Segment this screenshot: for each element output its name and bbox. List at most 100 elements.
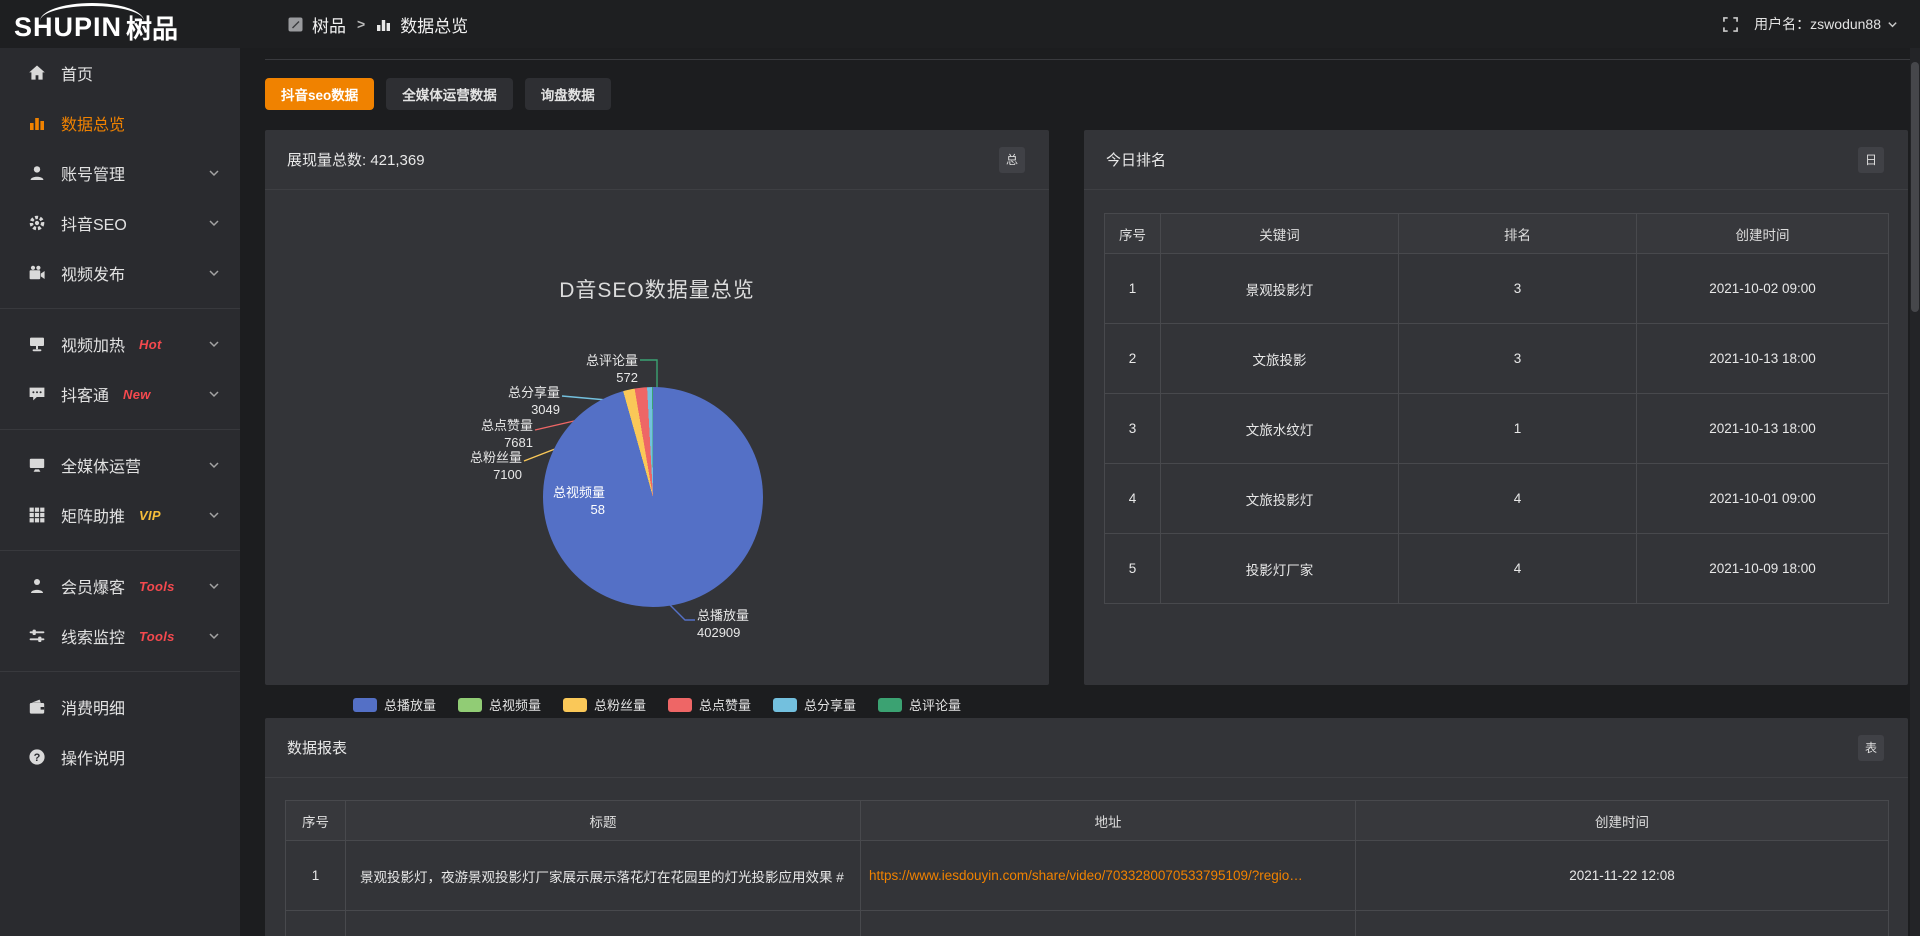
sidebar-item-media-ops[interactable]: 全媒体运营 xyxy=(0,440,240,490)
row-url-link[interactable]: https://www.iesdouyin.com/share/video/70… xyxy=(861,841,1356,911)
tab-inquiry-data[interactable]: 询盘数据 xyxy=(525,78,611,110)
legend-item[interactable]: 总粉丝量 xyxy=(563,695,646,714)
pie-label: 总粉丝量7100 xyxy=(432,449,522,483)
content-divider xyxy=(265,59,1920,60)
legend-label: 总分享量 xyxy=(804,695,856,714)
table-view-button[interactable]: 表 xyxy=(1858,735,1884,761)
pie-label: 总评论量572 xyxy=(548,352,638,386)
sidebar-item-badge: VIP xyxy=(139,508,161,523)
table-cell: 文旅投影灯 xyxy=(1161,464,1399,534)
sidebar: 首页数据总览账号管理抖音SEO 视频发布视频加热Hot抖客通New 全媒体运营矩阵助… xyxy=(0,48,240,936)
table-row[interactable]: 1景观投影灯32021-10-02 09:00 xyxy=(1105,254,1889,324)
chevron-down-icon xyxy=(208,388,220,400)
column-header: 序号 xyxy=(1105,214,1161,254)
legend-item[interactable]: 总视频量 xyxy=(458,695,541,714)
table-cell: 文旅水纹灯 xyxy=(1161,394,1399,464)
ranking-table: 序号关键词排名创建时间1景观投影灯32021-10-02 09:002文旅投影3… xyxy=(1104,213,1889,604)
sidebar-item-label: 视频发布 xyxy=(61,261,125,285)
chevron-down-icon xyxy=(208,630,220,642)
pie-label: 总点赞量7681 xyxy=(443,417,533,451)
table-cell: 投影灯厂家 xyxy=(1161,534,1399,604)
legend-item[interactable]: 总点赞量 xyxy=(668,695,751,714)
sidebar-item-help[interactable]: ?操作说明 xyxy=(0,732,240,782)
sidebar-divider xyxy=(0,429,240,430)
grid-icon xyxy=(28,506,46,524)
scrollbar-thumb[interactable] xyxy=(1911,62,1919,312)
sidebar-item-video-heat[interactable]: 视频加热Hot xyxy=(0,319,240,369)
table-cell: 文旅投影 xyxy=(1161,324,1399,394)
table-cell: 4 xyxy=(1399,534,1637,604)
column-header: 创建时间 xyxy=(1637,214,1889,254)
column-header: 地址 xyxy=(861,801,1356,841)
impressions-total-label: 展现量总数: 421,369 xyxy=(287,149,425,170)
sidebar-item-data-overview[interactable]: 数据总览 xyxy=(0,98,240,148)
user-menu[interactable]: 用户名：zswodun88 xyxy=(1754,14,1898,34)
legend-item[interactable]: 总播放量 xyxy=(353,695,436,714)
sidebar-item-clue-monitor[interactable]: 线索监控Tools xyxy=(0,611,240,661)
legend-label: 总粉丝量 xyxy=(594,695,646,714)
table-cell: 2021-10-13 18:00 xyxy=(1637,394,1889,464)
username-label: 用户名：zswodun88 xyxy=(1754,14,1881,34)
column-header: 创建时间 xyxy=(1356,801,1889,841)
table-row[interactable]: 2文旅投影32021-10-13 18:00 xyxy=(1105,324,1889,394)
table-row[interactable]: 1景观投影灯，夜游景观投影灯厂家展示展示落花灯在花园里的灯光投影应用效果 #ht… xyxy=(286,841,1889,911)
sidebar-item-label: 矩阵助推 xyxy=(61,503,125,527)
chevron-down-icon xyxy=(208,459,220,471)
header-right: 用户名：zswodun88 xyxy=(1723,14,1920,34)
sidebar-item-label: 全媒体运营 xyxy=(61,453,141,477)
sidebar-item-label: 会员爆客 xyxy=(61,574,125,598)
legend-chip xyxy=(563,698,587,712)
main-content: 抖音seo数据全媒体运营数据询盘数据 展现量总数: 421,369 总 D音SE… xyxy=(240,48,1920,936)
sidebar-item-douyin-seo[interactable]: 抖音SEO xyxy=(0,198,240,248)
chart-panel-header: 展现量总数: 421,369 总 xyxy=(265,130,1049,190)
chevron-down-icon xyxy=(208,509,220,521)
total-view-button[interactable]: 总 xyxy=(999,147,1025,173)
legend-item[interactable]: 总评论量 xyxy=(878,695,961,714)
breadcrumb-root[interactable]: 树品 xyxy=(312,12,346,37)
legend-item[interactable]: 总分享量 xyxy=(773,695,856,714)
breadcrumb: 树品 > 数据总览 xyxy=(288,12,468,37)
tab-media-ops-data[interactable]: 全媒体运营数据 xyxy=(386,78,513,110)
table-cell: 1 xyxy=(1105,254,1161,324)
sidebar-item-account[interactable]: 账号管理 xyxy=(0,148,240,198)
legend-label: 总评论量 xyxy=(909,695,961,714)
table-cell: 4 xyxy=(1105,464,1161,534)
monitor-icon xyxy=(28,456,46,474)
table-row[interactable]: 4文旅投影灯42021-10-01 09:00 xyxy=(1105,464,1889,534)
chevron-down-icon xyxy=(208,580,220,592)
sliders-icon xyxy=(28,627,46,645)
table-cell: 3 xyxy=(1399,254,1637,324)
sidebar-item-spend-detail[interactable]: 消费明细 xyxy=(0,682,240,732)
sidebar-item-label: 抖客通 xyxy=(61,382,109,406)
sidebar-item-label: 线索监控 xyxy=(61,624,125,648)
table-cell: 3 xyxy=(1105,394,1161,464)
daily-view-button[interactable]: 日 xyxy=(1858,147,1884,173)
chart-legend: 总播放量 总视频量 总粉丝量 总点赞量 总分享量 总评论量 xyxy=(265,695,1049,714)
row-time: 2021-11-22 12:08 xyxy=(1356,841,1889,911)
fullscreen-icon[interactable] xyxy=(1723,17,1738,32)
legend-chip xyxy=(353,698,377,712)
pie-label: 总分享量3049 xyxy=(470,384,560,418)
sidebar-item-video-publish[interactable]: 视频发布 xyxy=(0,248,240,298)
chevron-down-icon xyxy=(1887,19,1898,30)
logo[interactable]: SHUPIN 树品 xyxy=(0,0,240,48)
scrollbar[interactable] xyxy=(1910,48,1920,936)
table-row[interactable]: 3文旅水纹灯12021-10-13 18:00 xyxy=(1105,394,1889,464)
sidebar-item-member-burst[interactable]: 会员爆客 Tools xyxy=(0,561,240,611)
sidebar-item-home[interactable]: 首页 xyxy=(0,48,240,98)
tab-douyin-seo-data[interactable]: 抖音seo数据 xyxy=(265,78,374,110)
doc-icon xyxy=(288,17,303,32)
sidebar-item-label: 首页 xyxy=(61,61,93,85)
sidebar-item-badge: Tools xyxy=(139,579,175,594)
sidebar-item-matrix-boost[interactable]: 矩阵助推 VIP xyxy=(0,490,240,540)
table-cell: 1 xyxy=(1399,394,1637,464)
report-title: 数据报表 xyxy=(287,737,347,758)
sidebar-divider xyxy=(0,550,240,551)
column-header: 序号 xyxy=(286,801,346,841)
legend-chip xyxy=(458,698,482,712)
table-row[interactable]: 5投影灯厂家42021-10-09 18:00 xyxy=(1105,534,1889,604)
top-header: SHUPIN 树品 树品 > 数据总览 用户名：zswodun88 xyxy=(0,0,1920,48)
table-cell: 2021-10-02 09:00 xyxy=(1637,254,1889,324)
bar-chart-icon xyxy=(28,114,46,132)
sidebar-item-douketong[interactable]: 抖客通New xyxy=(0,369,240,419)
